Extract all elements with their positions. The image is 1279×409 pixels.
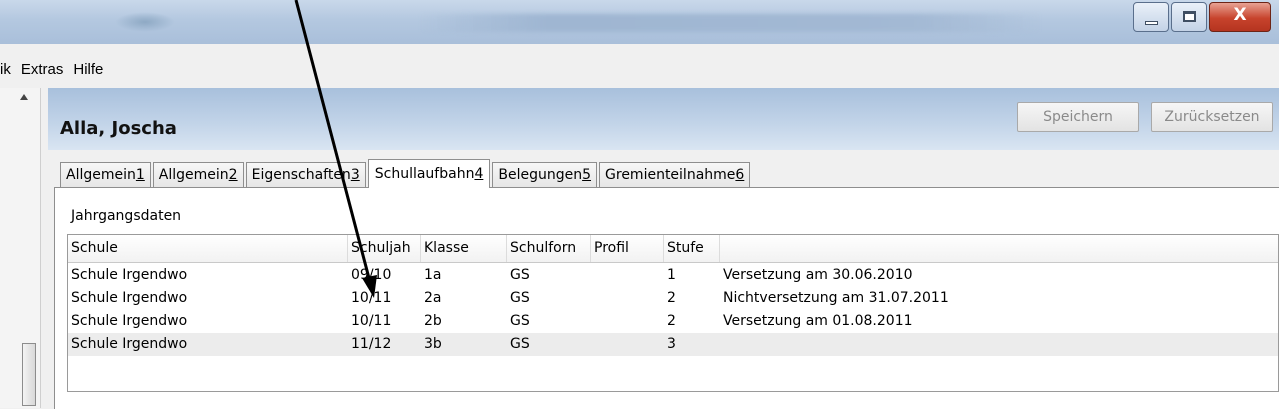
column-header-bemerkung[interactable] — [720, 235, 1278, 262]
cell-schule: Schule Irgendwo — [71, 267, 188, 283]
tab-eigenschaften[interactable]: Eigenschaften 3 — [245, 162, 366, 187]
tab-schullaufbahn[interactable]: Schullaufbahn 4 — [367, 159, 491, 188]
scroll-up-arrow-icon[interactable] — [20, 94, 28, 100]
cell-schule: Schule Irgendwo — [71, 313, 188, 329]
tab-label: Eigenschaften — [251, 167, 351, 183]
cell-klasse: 2b — [424, 313, 442, 329]
cell-schule: Schule Irgendwo — [71, 290, 188, 306]
column-header-schule[interactable]: Schule — [68, 235, 348, 262]
cell-schuljahr: 09/10 — [351, 267, 392, 283]
tab-accesskey: 5 — [582, 167, 592, 183]
tab-accesskey: 1 — [135, 167, 145, 183]
student-name: Alla, Joscha — [60, 118, 177, 139]
section-label: Jahrgangsdaten — [71, 208, 182, 224]
cell-profil — [591, 264, 664, 287]
cell-schule: Schule Irgendwo — [71, 336, 188, 352]
left-panel-scrollbar[interactable] — [0, 88, 41, 408]
table-row[interactable]: Schule Irgendwo 10/11 2b GS 2 Versetzung… — [68, 310, 1278, 333]
column-header-klasse[interactable]: Klasse — [421, 235, 507, 262]
cell-schulform: GS — [510, 336, 530, 352]
cell-stufe: 3 — [667, 336, 676, 352]
record-header: Alla, Joscha Speichern Zurücksetzen — [48, 88, 1279, 150]
tab-accesskey: 3 — [350, 167, 360, 183]
tab-label: Allgemein — [158, 167, 229, 183]
cell-schuljahr: 11/12 — [351, 336, 392, 352]
cell-profil — [591, 310, 664, 333]
maximize-button[interactable] — [1171, 2, 1207, 32]
table-row[interactable]: Schule Irgendwo 10/11 2a GS 2 Nichtverse… — [68, 287, 1278, 310]
tab-label: Gremienteilnahme — [605, 167, 736, 183]
cell-stufe: 2 — [667, 313, 676, 329]
menu-bar: ik Extras Hilfe — [0, 57, 107, 81]
column-header-schuljahr[interactable]: Schuljah — [348, 235, 421, 262]
cell-klasse: 2a — [424, 290, 442, 306]
app-icon — [115, 12, 175, 32]
column-header-profil[interactable]: Profil — [591, 235, 664, 262]
cell-schulform: GS — [510, 313, 530, 329]
maximize-icon — [1183, 11, 1196, 22]
window-title-blurred — [420, 14, 1040, 32]
reset-button[interactable]: Zurücksetzen — [1151, 102, 1273, 132]
tab-allgemein-1[interactable]: Allgemein 1 — [60, 162, 151, 187]
minimize-button[interactable] — [1133, 2, 1169, 32]
tab-panel-schullaufbahn: Jahrgangsdaten Schule Schuljah Klasse Sc… — [54, 187, 1279, 409]
tab-belegungen[interactable]: Belegungen 5 — [492, 162, 598, 187]
tab-accesskey: 2 — [228, 167, 238, 183]
cell-profil — [591, 333, 664, 356]
cell-schulform: GS — [510, 267, 530, 283]
jahrgangsdaten-table[interactable]: Schule Schuljah Klasse Schulforn Profil … — [67, 234, 1279, 392]
table-header: Schule Schuljah Klasse Schulforn Profil … — [68, 235, 1278, 263]
tab-label: Belegungen — [498, 167, 583, 183]
cell-profil — [591, 287, 664, 310]
tab-accesskey: 6 — [735, 167, 745, 183]
window-controls: X — [1131, 2, 1271, 32]
main-panel: Alla, Joscha Speichern Zurücksetzen Allg… — [48, 88, 1279, 409]
cell-schuljahr: 10/11 — [351, 290, 392, 306]
tab-gremienteilnahme[interactable]: Gremienteilnahme 6 — [599, 162, 751, 187]
cell-bemerkung: Versetzung am 30.06.2010 — [723, 267, 913, 283]
table-row[interactable]: Schule Irgendwo 09/10 1a GS 1 Versetzung… — [68, 264, 1278, 287]
cell-klasse: 1a — [424, 267, 442, 283]
tab-accesskey: 4 — [474, 166, 484, 182]
column-header-schulform[interactable]: Schulforn — [507, 235, 591, 262]
cell-schulform: GS — [510, 290, 530, 306]
cell-bemerkung: Versetzung am 01.08.2011 — [723, 313, 913, 329]
table-row-selected[interactable]: Schule Irgendwo 11/12 3b GS 3 — [68, 333, 1278, 356]
save-button[interactable]: Speichern — [1017, 102, 1139, 132]
menu-item-grafik[interactable]: ik — [0, 61, 11, 78]
column-header-stufe[interactable]: Stufe — [664, 235, 720, 262]
minimize-icon — [1145, 21, 1158, 25]
cell-klasse: 3b — [424, 336, 442, 352]
tab-strip: Allgemein 1 Allgemein 2 Eigenschaften 3 … — [60, 159, 752, 188]
cell-bemerkung: Nichtversetzung am 31.07.2011 — [723, 290, 949, 306]
window-titlebar: X — [0, 0, 1279, 44]
tab-label: Allgemein — [66, 167, 136, 183]
close-icon: X — [1233, 5, 1247, 25]
menu-item-hilfe[interactable]: Hilfe — [73, 61, 103, 78]
cell-schuljahr: 10/11 — [351, 313, 392, 329]
menu-item-extras[interactable]: Extras — [21, 61, 64, 78]
tab-allgemein-2[interactable]: Allgemein 2 — [152, 162, 244, 187]
cell-stufe: 1 — [667, 267, 676, 283]
cell-bemerkung — [720, 333, 1278, 356]
tab-label: Schullaufbahn — [374, 166, 475, 182]
cell-stufe: 2 — [667, 290, 676, 306]
scroll-thumb[interactable] — [22, 343, 36, 406]
close-button[interactable]: X — [1209, 2, 1271, 32]
